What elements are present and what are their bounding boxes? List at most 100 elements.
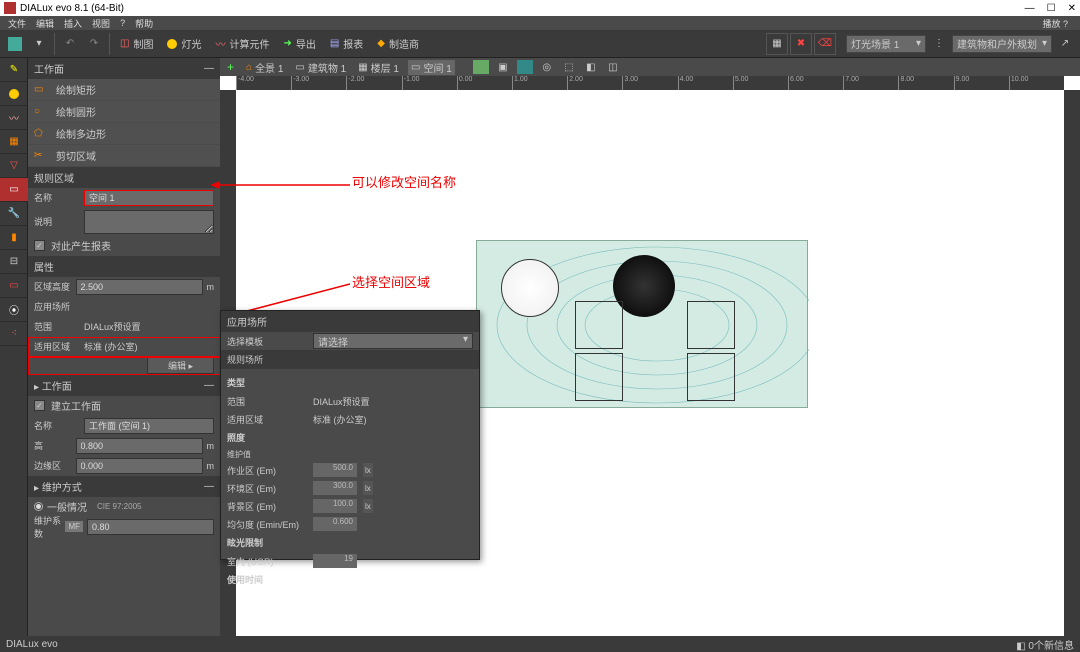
unif-v[interactable]: 0.600: [313, 517, 357, 531]
lt-split[interactable]: ⊟: [0, 250, 28, 274]
vt-building[interactable]: ▭建筑物 1: [292, 60, 349, 75]
lt-wrench[interactable]: 🔧: [0, 202, 28, 226]
space-name-input[interactable]: [84, 190, 214, 206]
lt-cursor[interactable]: ✎: [0, 58, 28, 82]
sec-props: 属性: [28, 256, 220, 277]
tab-light[interactable]: 灯光: [161, 33, 207, 55]
tool-rect[interactable]: ▭绘制矩形: [28, 79, 220, 101]
luminaire-1[interactable]: [501, 259, 559, 317]
tool-poly[interactable]: ⬠绘制多边形: [28, 123, 220, 145]
menu-q[interactable]: ?: [116, 18, 129, 28]
lt-nodes[interactable]: ⁖: [0, 322, 28, 346]
menubar: 文件 编辑 插入 视图 ? 帮助 播放 ?: [0, 16, 1080, 30]
back-v[interactable]: 100.0: [313, 499, 357, 513]
template-select[interactable]: 请选择▾: [313, 333, 473, 349]
p-scope-v: DIALux预设置: [313, 395, 370, 408]
tool-clip[interactable]: ✂剪切区域: [28, 145, 220, 167]
calc-point-2[interactable]: [687, 301, 735, 349]
worker-l: 作业区 (Em): [227, 464, 307, 477]
tool-b[interactable]: ✖: [790, 33, 812, 55]
height-label: 区域高度: [34, 280, 76, 293]
view-opt[interactable]: ↗: [1054, 33, 1076, 55]
lt-area[interactable]: ▦: [0, 130, 28, 154]
edge-label: 边缘区: [34, 459, 76, 472]
tool-a[interactable]: ▦: [766, 33, 788, 55]
vbtn4[interactable]: ◎: [539, 60, 555, 74]
redo-button[interactable]: ↷: [83, 33, 105, 55]
report-checkbox[interactable]: ✓: [34, 240, 45, 251]
zone-label: 适用区域: [34, 340, 84, 353]
vt-all[interactable]: ⌂全景 1: [243, 60, 286, 75]
lt-line[interactable]: 〰: [0, 106, 28, 130]
room-plan[interactable]: [476, 240, 808, 408]
vbtn5[interactable]: ⬚: [561, 60, 577, 74]
maint-l: 维护值: [227, 449, 307, 460]
tab-layout[interactable]: ◫制图: [114, 33, 159, 55]
scope-value: DIALux预设置: [84, 320, 141, 333]
vbtn7[interactable]: ◫: [605, 60, 621, 74]
sec-ws2[interactable]: ▸ 工作面—: [28, 375, 220, 396]
menu-insert[interactable]: 插入: [60, 17, 86, 30]
menu-view[interactable]: 视图: [88, 17, 114, 30]
lt-scene[interactable]: ⦿: [0, 298, 28, 322]
h2-input[interactable]: [76, 438, 203, 454]
calc-point-3[interactable]: [575, 353, 623, 401]
sec-maint[interactable]: ▸ 维护方式—: [28, 476, 220, 497]
tab-vendor[interactable]: ◆制造商: [371, 33, 425, 55]
ruler-vertical-right: [1064, 90, 1080, 636]
create-ws-checkbox[interactable]: ✓: [34, 400, 45, 411]
lt-bars[interactable]: ▮: [0, 226, 28, 250]
glare-hdr: 眩光限制: [221, 533, 479, 552]
p-zone-l: 适用区域: [227, 413, 307, 426]
usage-popup: 应用场所 选择模板 请选择▾ 规则场所 类型 范围DIALux预设置 适用区域标…: [220, 310, 480, 560]
usage-hdr: 使用时间: [221, 570, 479, 589]
surround-v[interactable]: 300.0: [313, 481, 357, 495]
ruler-horizontal: -4.00-3.00-2.00 -1.000.001.00 2.003.004.…: [236, 76, 1064, 90]
lt-filter[interactable]: ▽: [0, 154, 28, 178]
scene-opt[interactable]: ⋮: [928, 33, 950, 55]
menu-edit[interactable]: 编辑: [32, 17, 58, 30]
vt-floor[interactable]: ▦楼层 1: [355, 60, 402, 75]
undo-button[interactable]: ↶: [59, 33, 81, 55]
lt-plan[interactable]: ▭: [0, 178, 28, 202]
maximize-button[interactable]: ☐: [1047, 3, 1056, 14]
mf-label: 维护系数: [34, 514, 65, 540]
vbtn3[interactable]: [517, 60, 533, 74]
vt-space[interactable]: ▭空间 1: [408, 60, 455, 75]
calc-point-4[interactable]: [687, 353, 735, 401]
sec-worksurface[interactable]: 工作面—: [28, 58, 220, 79]
radio-general[interactable]: [34, 502, 43, 511]
minimize-button[interactable]: —: [1025, 3, 1035, 14]
close-button[interactable]: ✕: [1068, 3, 1076, 14]
tab-export[interactable]: ➜导出: [277, 33, 321, 55]
desc-input[interactable]: [84, 210, 214, 234]
height-input[interactable]: [76, 279, 203, 295]
sec-zone: 规则区域: [28, 167, 220, 188]
vbtn1[interactable]: [473, 60, 489, 74]
tab-calc[interactable]: 〰计算元件: [209, 33, 275, 55]
edit-button[interactable]: 编辑 ▸: [147, 357, 214, 374]
save-button[interactable]: [4, 33, 26, 55]
tool-circle[interactable]: ○绘制圆形: [28, 101, 220, 123]
view-select[interactable]: 建筑物和户外规划▾: [952, 35, 1052, 53]
menu-help[interactable]: 帮助: [131, 17, 157, 30]
dropdown-button[interactable]: ▾: [28, 33, 50, 55]
vbtn6[interactable]: ◧: [583, 60, 599, 74]
lt-bulb[interactable]: [0, 82, 28, 106]
mf-input[interactable]: [87, 519, 214, 535]
vbtn2[interactable]: ▣: [495, 60, 511, 74]
illum-hdr: 照度: [221, 428, 479, 447]
tool-c[interactable]: ⌫: [814, 33, 836, 55]
ugr-v[interactable]: 19: [313, 554, 357, 568]
worker-v[interactable]: 500.0: [313, 463, 357, 477]
menu-play[interactable]: 播放 ?: [1038, 17, 1072, 30]
calc-point-1[interactable]: [575, 301, 623, 349]
ws-name-input[interactable]: [84, 418, 214, 434]
menu-file[interactable]: 文件: [4, 17, 30, 30]
vt-add[interactable]: +: [224, 60, 237, 74]
tab-report[interactable]: ▤报表: [324, 33, 369, 55]
edge-input[interactable]: [76, 458, 203, 474]
lt-l7[interactable]: ▭: [0, 274, 28, 298]
scene-select[interactable]: 灯光场景 1▾: [846, 35, 926, 53]
status-right[interactable]: ◧ 0个新信息: [1016, 637, 1074, 652]
